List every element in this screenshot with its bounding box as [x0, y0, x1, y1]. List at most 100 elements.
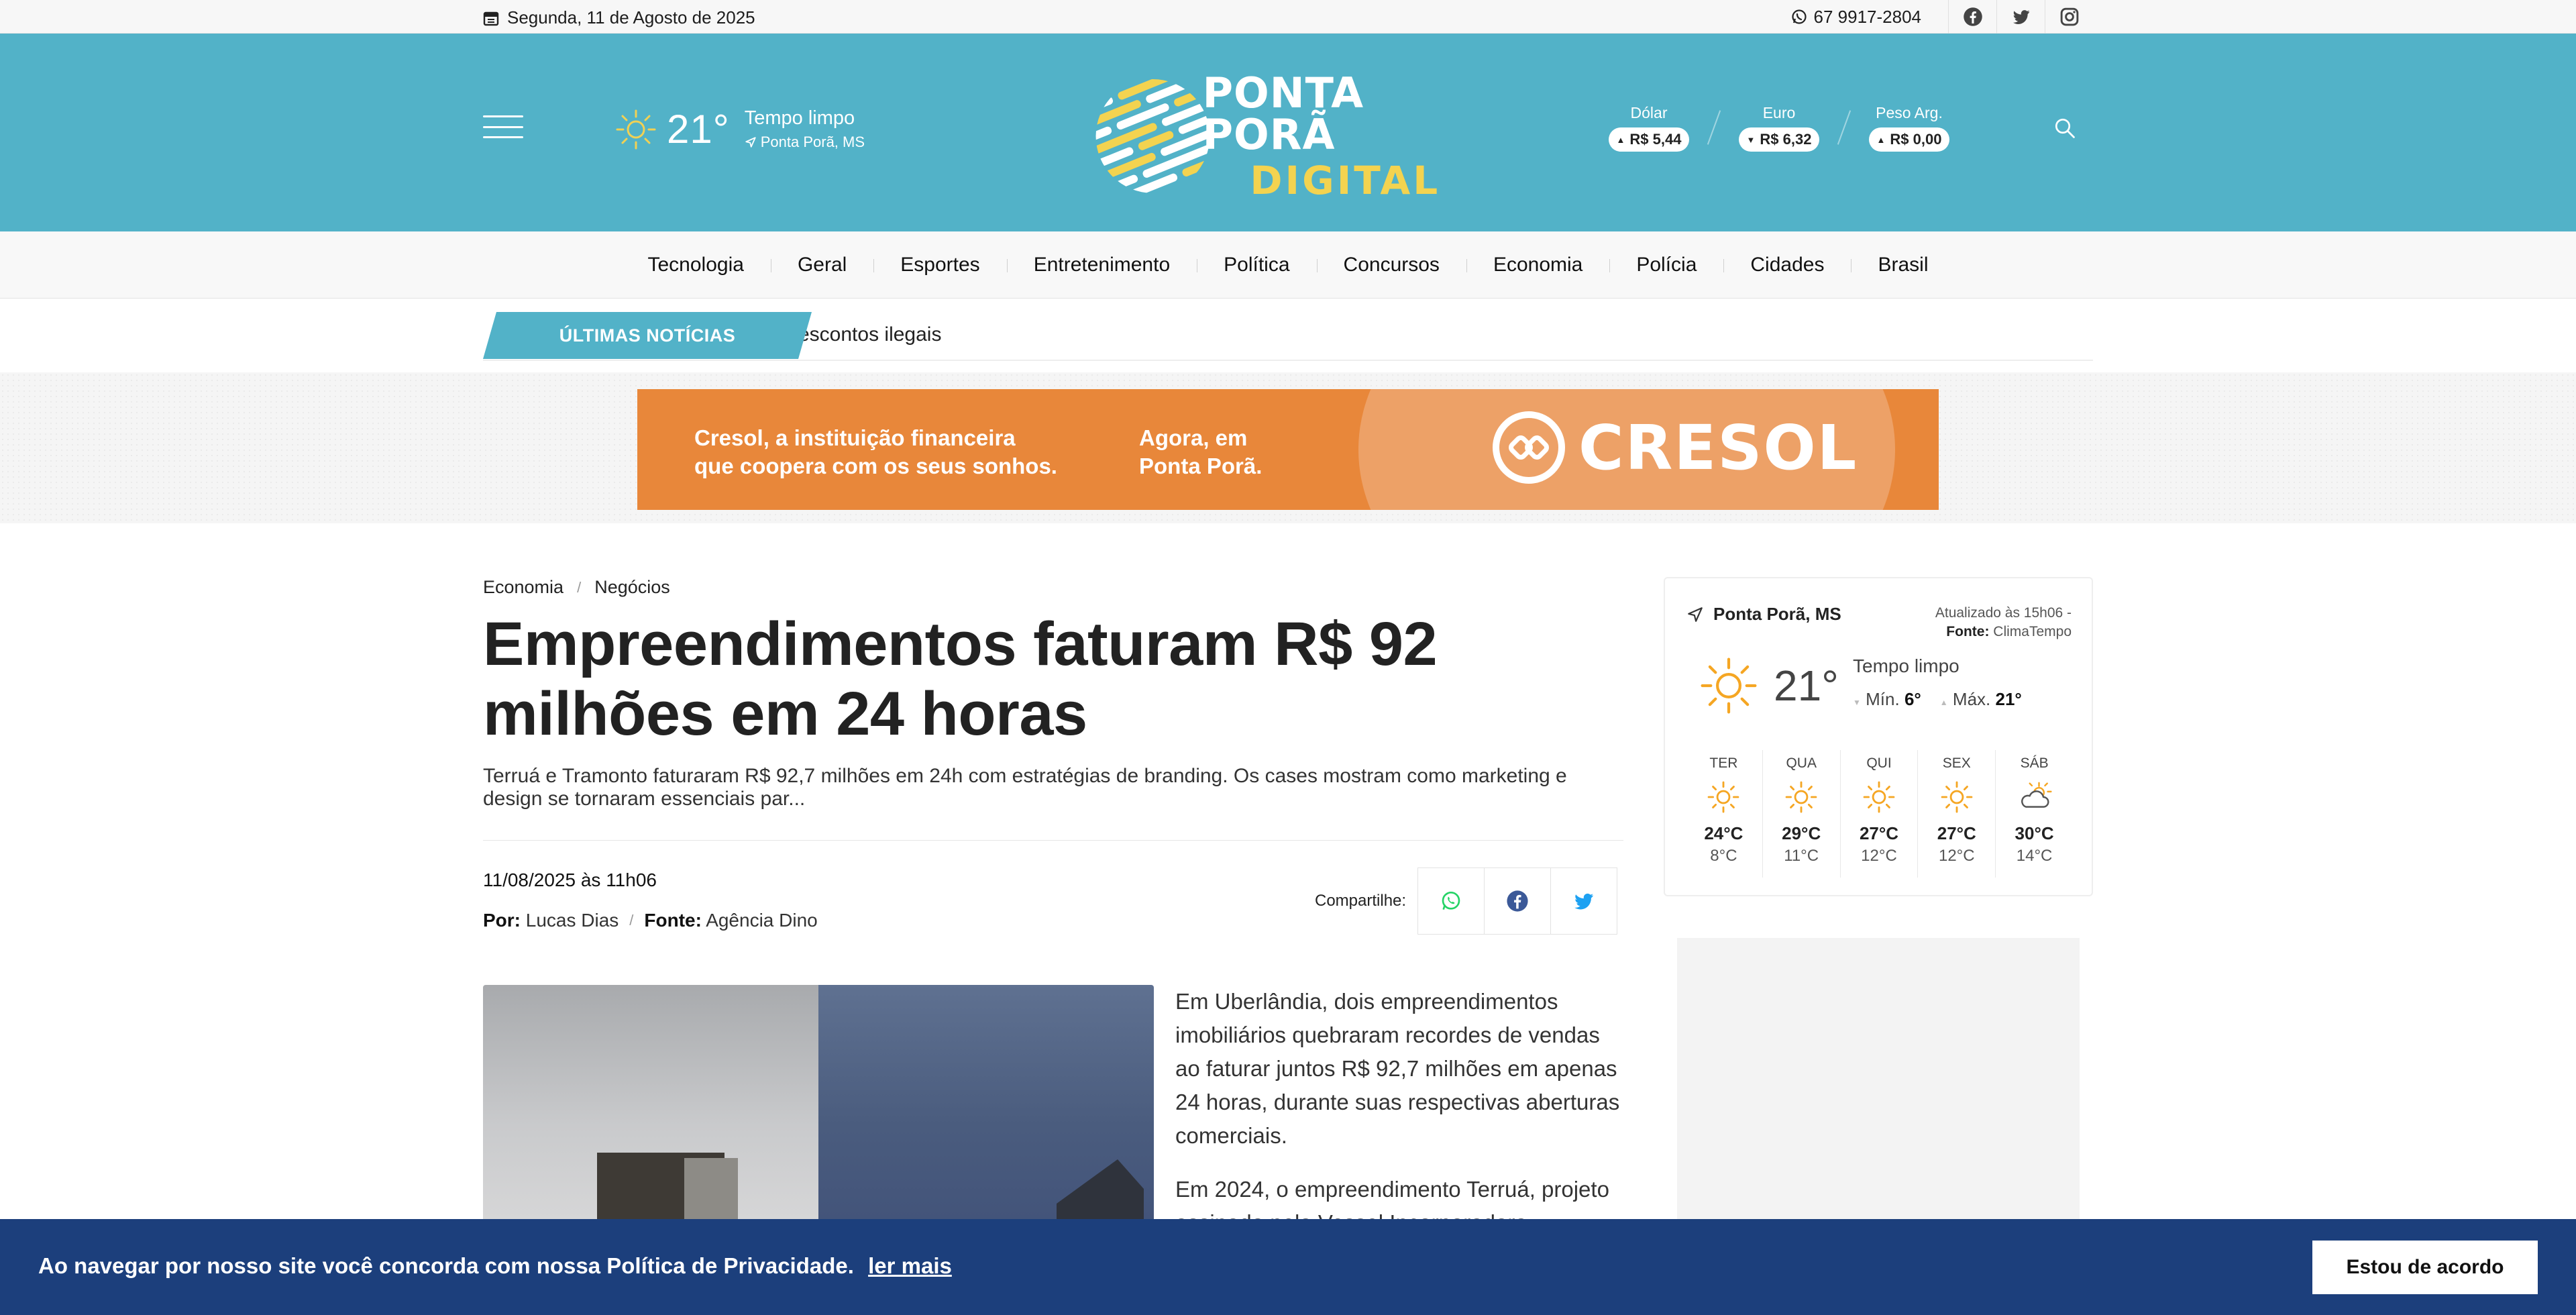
sun-icon	[1701, 658, 1757, 714]
weather-temperature: 21°	[1774, 662, 1839, 710]
ad-text-2: Agora, em Ponta Porã.	[1139, 424, 1262, 480]
facebook-link[interactable]	[1948, 0, 1996, 34]
news-ticker: escontos ilegais ÚLTIMAS NOTÍCIAS	[483, 310, 2093, 361]
weather-updated: Atualizado às 15h06 - Fonte: ClimaTempo	[1935, 604, 2072, 641]
sun-icon	[1941, 781, 1973, 813]
nav-item-concursos[interactable]: Concursos	[1316, 254, 1466, 276]
nav-item-tecnologia[interactable]: Tecnologia	[621, 254, 771, 276]
breadcrumb-economia[interactable]: Economia	[483, 577, 564, 598]
forecast-low: 8°C	[1710, 847, 1737, 865]
share-twitter-button[interactable]	[1550, 867, 1618, 935]
nav-item-economia[interactable]: Economia	[1466, 254, 1609, 276]
currency-divider	[1825, 104, 1864, 144]
whatsapp-icon	[1442, 892, 1460, 910]
ad-text-1: Cresol, a instituição financeira que coo…	[694, 424, 1057, 480]
location-arrow-icon	[745, 137, 756, 148]
currency-divider	[1695, 104, 1733, 144]
cookie-read-more-link[interactable]: ler mais	[868, 1253, 952, 1278]
sun-icon	[616, 109, 656, 149]
weather-max-value: 21°	[1995, 689, 2022, 709]
breadcrumb: Economia / Negócios	[483, 577, 670, 598]
article-image[interactable]	[483, 985, 1154, 1220]
forecast-day-name: SEX	[1942, 755, 1971, 771]
top-bar: Segunda, 11 de Agosto de 2025 67 9917-28…	[0, 0, 2576, 34]
weather-forecast: TER 24°C 8°C QUA 29°C 11°C QUI 27°C 12°C…	[1685, 750, 2073, 878]
partly-cloudy-icon	[2021, 782, 2052, 808]
ad-brand: CRESOL	[1493, 411, 1858, 484]
nav-item-brasil[interactable]: Brasil	[1851, 254, 1955, 276]
nav-item-cidades[interactable]: Cidades	[1723, 254, 1851, 276]
menu-button[interactable]	[483, 115, 523, 138]
source-name: Agência Dino	[706, 910, 818, 931]
currency-amount: R$ 0,00	[1890, 131, 1942, 148]
forecast-low: 12°C	[1938, 847, 1975, 865]
divider	[483, 840, 1623, 841]
weather-location-text: Ponta Porã, MS	[1713, 604, 1841, 624]
menu-line	[483, 136, 523, 138]
author-block: Por: Lucas Dias	[483, 910, 619, 931]
weather-widget: Ponta Porã, MS Atualizado às 15h06 - Fon…	[1664, 577, 2093, 896]
currency-amount: R$ 5,44	[1629, 131, 1682, 148]
weather-source-name: ClimaTempo	[1993, 624, 2072, 639]
cresol-logo-icon	[1493, 411, 1565, 484]
date-text: Segunda, 11 de Agosto de 2025	[507, 7, 755, 28]
ad-text-1b: que coopera com os seus sonhos.	[694, 454, 1057, 478]
article-paragraph: Em Uberlândia, dois empreendimentos imob…	[1175, 989, 1620, 1148]
twitter-link[interactable]	[1996, 0, 2045, 34]
ad-text-1a: Cresol, a instituição financeira	[694, 425, 1016, 450]
sun-icon	[1708, 781, 1739, 813]
weather-current: 21° Tempo limpo ▼ Mín. 6° ▲ Máx. 21°	[1699, 655, 2022, 716]
image-building	[684, 1158, 738, 1220]
nav-item-politica[interactable]: Política	[1197, 254, 1316, 276]
forecast-day: SEX 27°C 12°C	[1918, 750, 1996, 878]
ticker-headline[interactable]: escontos ilegais	[798, 323, 941, 346]
cresol-ad-banner[interactable]: Cresol, a instituição financeira que coo…	[637, 389, 1939, 510]
header-weather[interactable]: 21° Tempo limpo Ponta Porã, MS	[614, 106, 865, 152]
menu-line	[483, 125, 523, 128]
weather-max-label: Máx.	[1952, 689, 1991, 709]
nav-item-geral[interactable]: Geral	[770, 254, 873, 276]
forecast-low: 14°C	[2016, 847, 2053, 865]
author-name: Lucas Dias	[525, 910, 619, 931]
whatsapp-icon	[1791, 9, 1807, 24]
currency-value: ▲ R$ 0,00	[1868, 127, 1950, 152]
instagram-link[interactable]	[2045, 0, 2093, 34]
nav-item-policia[interactable]: Polícia	[1609, 254, 1723, 276]
forecast-day: SÁB 30°C 14°C	[1996, 750, 2073, 878]
search-icon[interactable]	[2053, 116, 2077, 140]
share-whatsapp-button[interactable]	[1417, 867, 1485, 935]
ad-text-2a: Agora, em	[1139, 425, 1248, 450]
nav-item-entretenimento[interactable]: Entretenimento	[1006, 254, 1197, 276]
arrow-up-icon: ▲	[1616, 134, 1625, 145]
nav-item-esportes[interactable]: Esportes	[873, 254, 1006, 276]
phone-contact[interactable]: 67 9917-2804	[1791, 7, 1921, 28]
ad-zone: Cresol, a instituição financeira que coo…	[0, 372, 2576, 523]
weather-updated-text: Atualizado às 15h06 -	[1935, 605, 2072, 621]
currency-value: ▼ R$ 6,32	[1738, 127, 1820, 152]
weather-source: Fonte: ClimaTempo	[1935, 623, 2072, 641]
arrow-up-icon: ▲	[1939, 698, 1948, 707]
forecast-high: 27°C	[1937, 823, 1976, 843]
cookie-consent-bar: Ao navegar por nosso site você concorda …	[0, 1219, 2576, 1315]
arrow-up-icon: ▲	[1876, 134, 1886, 145]
currency-euro: Euro ▼ R$ 6,32	[1733, 104, 1825, 152]
currency-widget: Dólar ▲ R$ 5,44 Euro ▼ R$ 6,32 Peso Arg. ▲…	[1603, 104, 1955, 152]
currency-amount: R$ 6,32	[1760, 131, 1812, 148]
weather-location: Ponta Porã, MS	[1686, 604, 1841, 625]
site-logo[interactable]: PONTA PORÃ DIGITAL	[1092, 70, 1488, 201]
currency-dolar: Dólar ▲ R$ 5,44	[1603, 104, 1695, 152]
source-label: Fonte:	[644, 910, 702, 931]
share-facebook-button[interactable]	[1484, 867, 1552, 935]
cookie-accept-button[interactable]: Estou de acordo	[2312, 1241, 2538, 1294]
currency-label: Dólar	[1630, 104, 1668, 121]
current-date: Segunda, 11 de Agosto de 2025	[483, 7, 755, 28]
facebook-icon	[1963, 7, 1982, 26]
cookie-message-text: Ao navegar por nosso site você concorda …	[38, 1253, 854, 1278]
header-condition: Tempo limpo	[744, 107, 855, 129]
breadcrumb-negocios[interactable]: Negócios	[594, 577, 670, 598]
header-location-text: Ponta Porã, MS	[760, 134, 865, 150]
sun-icon	[1863, 781, 1895, 813]
forecast-day: QUI 27°C 12°C	[1841, 750, 1919, 878]
weather-minmax: ▼ Mín. 6° ▲ Máx. 21°	[1853, 689, 2022, 710]
weather-condition: Tempo limpo	[1853, 655, 1960, 676]
